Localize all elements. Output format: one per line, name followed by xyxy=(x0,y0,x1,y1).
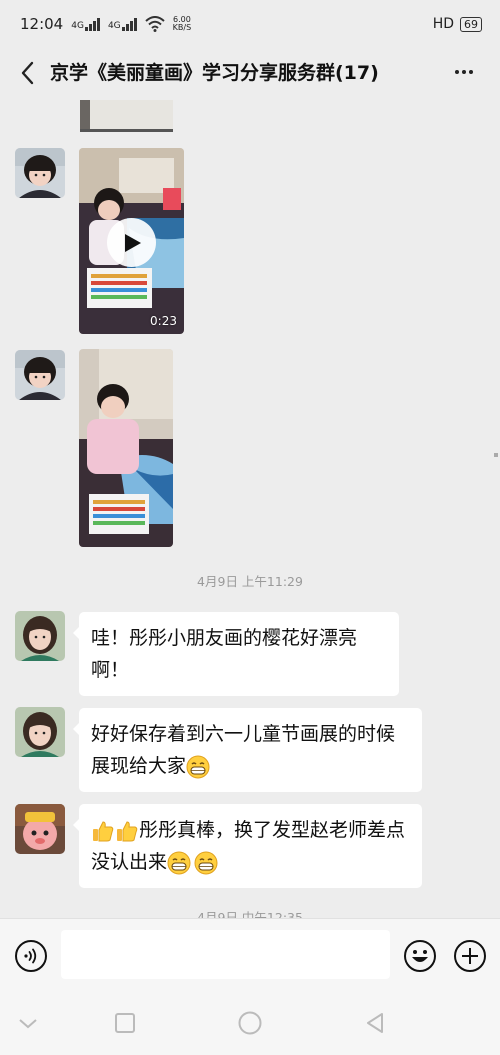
status-right: HD 69 xyxy=(433,16,482,32)
net-speed-unit: KB/S xyxy=(172,23,192,32)
grin-emoji xyxy=(186,755,210,778)
avatar[interactable] xyxy=(15,804,65,854)
grin-emoji xyxy=(167,851,191,874)
play-button[interactable] xyxy=(107,218,156,267)
avatar[interactable] xyxy=(15,707,65,757)
thumbs-up-emoji xyxy=(93,820,114,841)
recents-square-icon[interactable] xyxy=(112,1010,138,1036)
clock: 12:04 xyxy=(20,15,64,33)
voice-icon[interactable] xyxy=(14,939,48,973)
net-speed: 6.00 KB/S xyxy=(173,16,192,32)
chat-messages[interactable]: 0:23 4月9日 上午11:29 哇！彤彤小朋友画的樱花好漂亮啊！ 好好保存着… xyxy=(0,100,500,918)
message-timestamp: 4月9日 中午12:35 xyxy=(197,910,303,918)
chevron-left-icon[interactable] xyxy=(16,56,40,90)
video-message[interactable]: 0:23 xyxy=(79,148,184,334)
signal-icon-2: 4G xyxy=(107,17,137,31)
back-triangle-icon[interactable] xyxy=(362,1010,388,1036)
video-duration: 0:23 xyxy=(150,314,177,328)
battery-level: 69 xyxy=(464,17,478,31)
text-message[interactable]: 哇！彤彤小朋友画的樱花好漂亮啊！ xyxy=(73,612,399,696)
scroll-indicator xyxy=(494,453,498,457)
message-input[interactable] xyxy=(61,930,390,979)
chat-input-bar xyxy=(0,918,500,992)
avatar[interactable] xyxy=(15,611,65,661)
status-bar: 12:04 4G 4G 6.00 KB/S HD 69 xyxy=(0,0,500,48)
message-text: 彤彤真棒，换了发型赵老师差点没认出来 xyxy=(91,819,406,873)
image-message-partial[interactable] xyxy=(80,100,173,132)
grin-emoji xyxy=(194,851,218,874)
home-circle-icon[interactable] xyxy=(237,1010,263,1036)
message-text: 好好保存着到六一儿童节画展的时候展现给大家 xyxy=(91,723,396,777)
status-left: 12:04 4G 4G 6.00 KB/S xyxy=(20,15,191,33)
chevron-down-icon[interactable] xyxy=(15,1010,41,1036)
message-text: 哇！彤彤小朋友画的樱花好漂亮啊！ xyxy=(91,627,358,681)
message-timestamp: 4月9日 上午11:29 xyxy=(197,574,303,589)
plus-circle-icon[interactable] xyxy=(453,939,487,973)
thumbs-up-emoji xyxy=(117,820,138,841)
image-message[interactable] xyxy=(79,349,173,547)
text-message[interactable]: 彤彤真棒，换了发型赵老师差点没认出来 xyxy=(73,804,422,888)
text-message[interactable]: 好好保存着到六一儿童节画展的时候展现给大家 xyxy=(73,708,422,792)
more-dots-icon[interactable] xyxy=(454,68,474,76)
emoji-face-icon[interactable] xyxy=(403,939,437,973)
chat-title: 京学《美丽童画》学习分享服务群(17) xyxy=(50,62,379,84)
chat-titlebar: 京学《美丽童画》学习分享服务群(17) xyxy=(0,48,500,100)
wifi-icon xyxy=(144,16,165,32)
avatar[interactable] xyxy=(15,148,65,198)
play-icon xyxy=(125,234,141,252)
avatar[interactable] xyxy=(15,350,65,400)
system-nav-bar xyxy=(0,992,500,1055)
hd-indicator: HD xyxy=(432,16,454,32)
network-type-2: 4G xyxy=(107,20,121,31)
network-type-1: 4G xyxy=(71,20,84,31)
signal-icon-1: 4G xyxy=(71,17,100,31)
battery-icon: 69 xyxy=(460,16,482,32)
